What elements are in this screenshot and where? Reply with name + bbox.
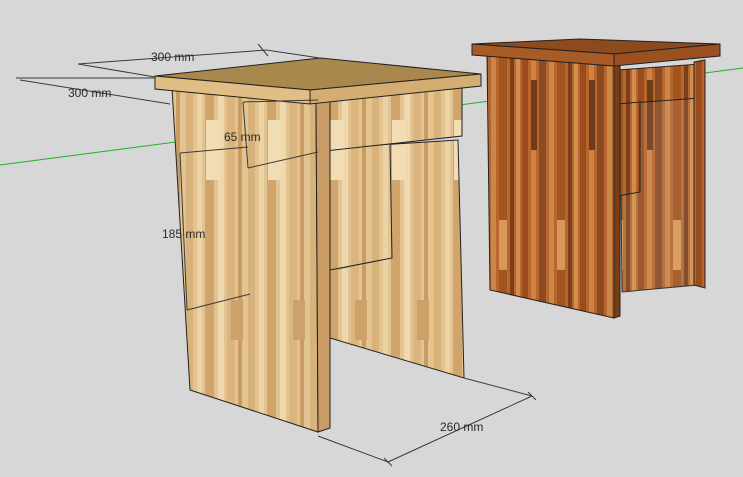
modeling-viewport[interactable]: 300 mm 300 mm 65 mm 185 mm 260 mm (0, 0, 743, 477)
dimension-label-leg-height: 185 mm (162, 227, 205, 241)
dimension-label-apron-height: 65 mm (224, 130, 261, 144)
dark-stool-front-leg (486, 55, 615, 319)
light-stool-leg-edge (315, 99, 331, 433)
dark-stool-model[interactable] (471, 38, 721, 319)
dark-stool-brace (617, 101, 641, 197)
dark-stool-crossbar (617, 63, 701, 105)
light-stool-brace (319, 143, 393, 273)
dimension-label-top-width: 300 mm (68, 86, 111, 100)
dark-stool-leg-edge (613, 63, 621, 319)
dimension-label-base-width: 260 mm (440, 420, 483, 434)
dimension-label-top-depth: 300 mm (151, 50, 194, 64)
light-stool-model[interactable] (154, 57, 482, 433)
dark-stool-side-leg (693, 59, 706, 289)
